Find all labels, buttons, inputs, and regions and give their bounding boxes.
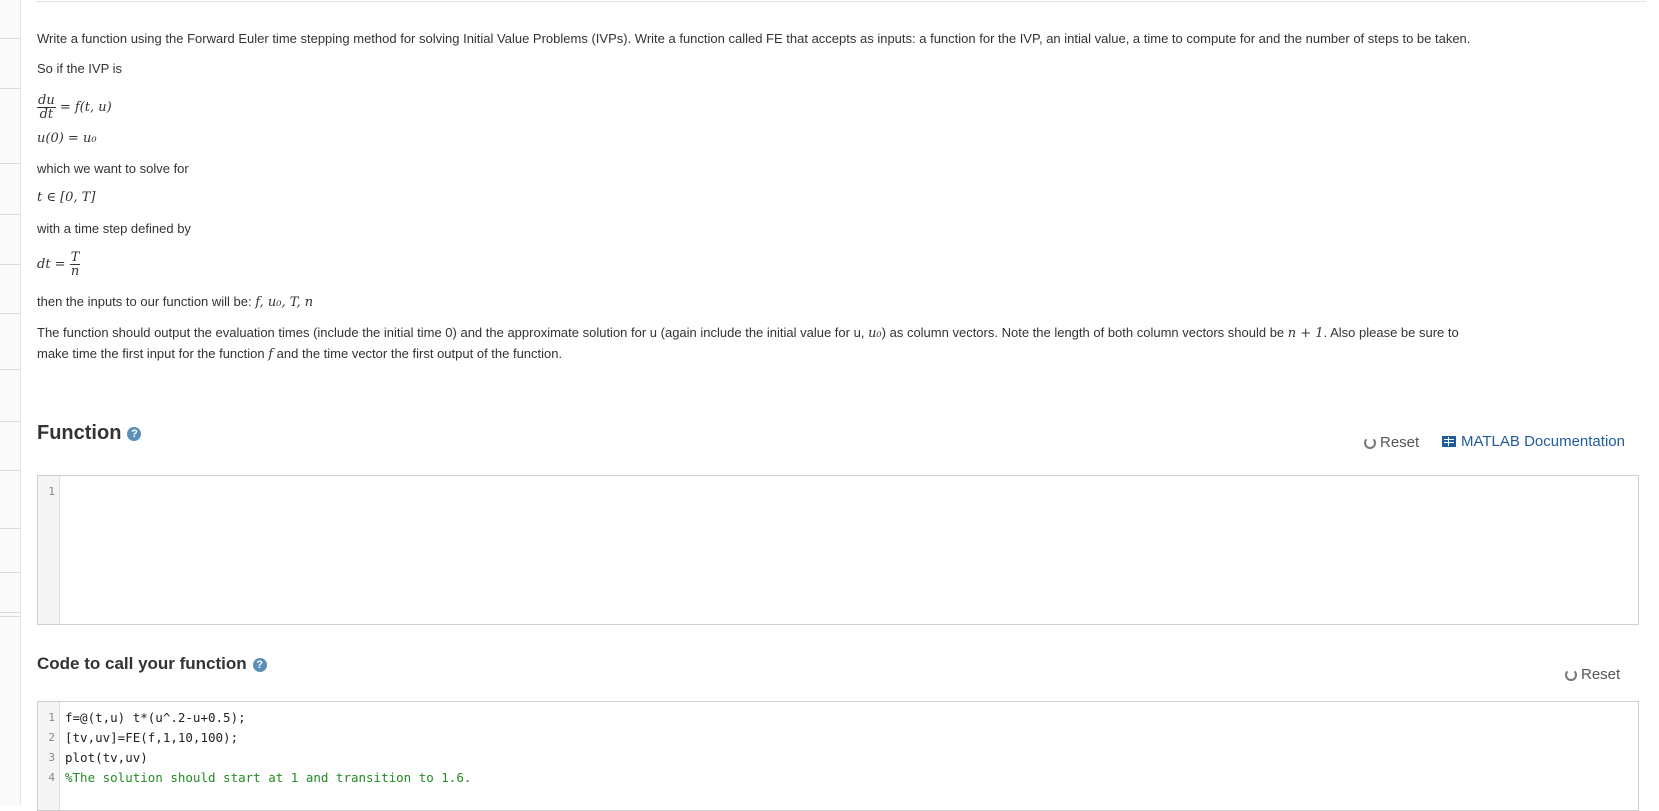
refresh-icon	[1565, 669, 1577, 681]
gutter-divider	[0, 38, 20, 39]
gutter-divider	[0, 214, 20, 215]
inputs-math: f, u₀, T, n	[255, 295, 314, 310]
call-code-reset-button[interactable]: Reset	[1565, 666, 1620, 683]
fraction-T-n: T n	[69, 250, 81, 279]
function-title: Function?	[37, 422, 142, 445]
time-step-text: with a time step defined by	[37, 221, 191, 236]
line-number: 4	[48, 771, 55, 784]
line-number: 3	[48, 751, 55, 764]
output-paragraph-line1: The function should output the evaluatio…	[37, 325, 1459, 341]
help-icon[interactable]: ?	[252, 657, 267, 672]
code-line[interactable]: 2 [tv,uv]=FE(f,1,10,100);	[38, 728, 1638, 748]
fraction-du-dt: du dt	[37, 93, 56, 122]
gutter-divider	[0, 612, 20, 613]
left-gutter	[0, 0, 21, 805]
code-text[interactable]: %The solution should start at 1 and tran…	[65, 768, 471, 788]
help-icon[interactable]: ?	[127, 426, 142, 441]
code-line[interactable]: 4 %The solution should start at 1 and tra…	[38, 768, 1638, 788]
function-editor[interactable]: 1	[37, 475, 1639, 625]
matlab-documentation-link[interactable]: MATLAB Documentation	[1442, 433, 1625, 450]
equation-ode: du dt = f(t, u)	[37, 94, 112, 121]
equation-time-step: dt = T n	[37, 250, 81, 279]
call-code-editor[interactable]: 1 f=@(t,u) t*(u^.2-u+0.5); 2 [tv,uv]=FE(f,1…	[37, 701, 1639, 811]
book-icon	[1442, 436, 1456, 447]
gutter-divider	[0, 616, 20, 617]
code-line[interactable]: 3 plot(tv,uv)	[38, 748, 1638, 768]
equation-initial-value: u(0) = u₀	[37, 131, 97, 146]
code-line[interactable]: 1	[38, 482, 1638, 502]
ivp-lead: So if the IVP is	[37, 61, 123, 76]
code-line[interactable]: 1 f=@(t,u) t*(u^.2-u+0.5);	[38, 708, 1638, 728]
ode-rhs: = f(t, u)	[59, 100, 112, 115]
gutter-divider	[0, 470, 20, 471]
gutter-divider	[0, 313, 20, 314]
call-code-title: Code to call your function?	[37, 654, 267, 674]
line-number: 2	[48, 731, 55, 744]
inputs-text: then the inputs to our function will be:…	[37, 294, 314, 310]
gutter-divider	[0, 163, 20, 164]
gutter-divider	[0, 528, 20, 529]
line-number: 1	[48, 485, 55, 498]
function-reset-button[interactable]: Reset	[1364, 434, 1419, 451]
gutter-divider	[0, 88, 20, 89]
gutter-divider	[0, 421, 20, 422]
code-text[interactable]: f=@(t,u) t*(u^.2-u+0.5);	[65, 708, 246, 728]
top-divider	[36, 1, 1646, 2]
code-text[interactable]: plot(tv,uv)	[65, 748, 148, 768]
gutter-divider	[0, 572, 20, 573]
output-paragraph-line2: make time the first input for the functi…	[37, 346, 563, 362]
code-text[interactable]: [tv,uv]=FE(f,1,10,100);	[65, 728, 238, 748]
gutter-divider	[0, 369, 20, 370]
gutter-divider	[0, 264, 20, 265]
problem-intro: Write a function using the Forward Euler…	[37, 31, 1471, 46]
line-number: 1	[48, 711, 55, 724]
solve-for-text: which we want to solve for	[37, 161, 189, 176]
equation-interval: t ∈ [0, T]	[37, 190, 96, 205]
refresh-icon	[1364, 437, 1376, 449]
